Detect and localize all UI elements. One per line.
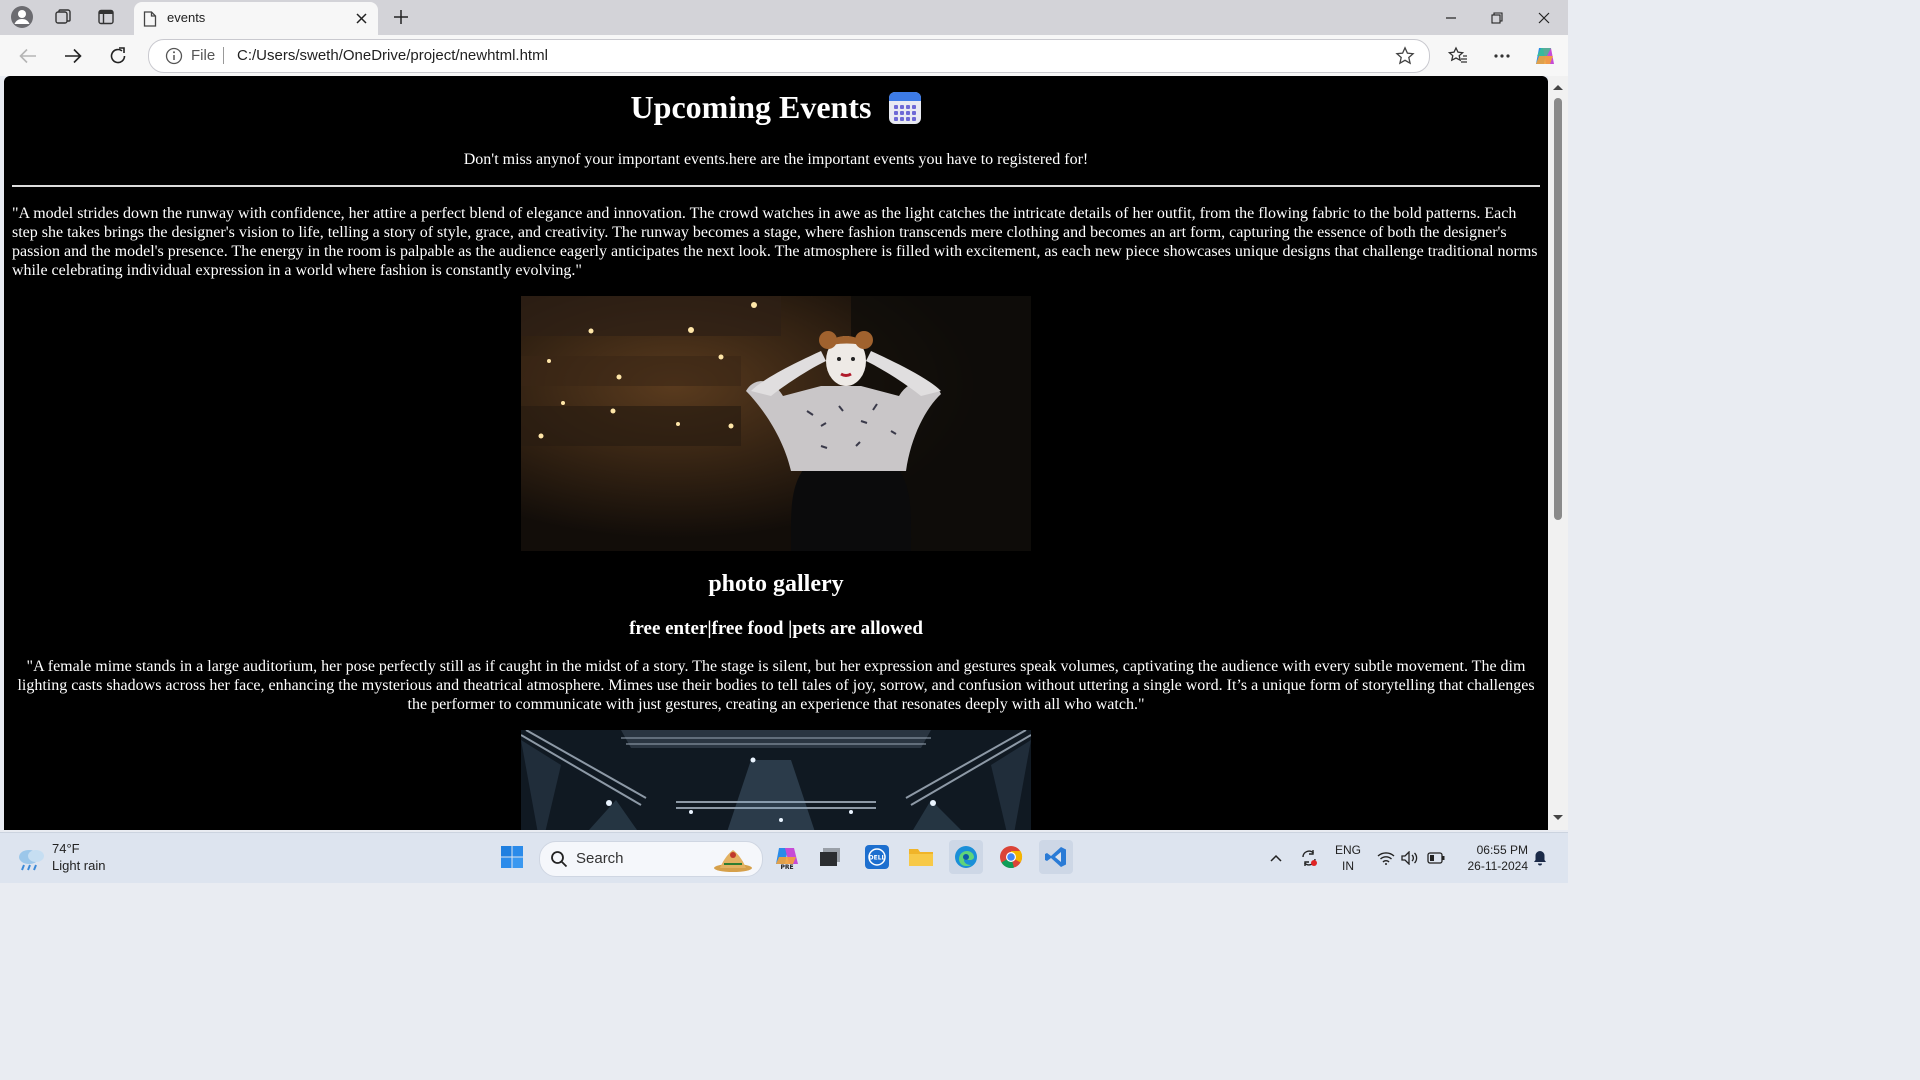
file-explorer-icon[interactable] <box>904 840 938 874</box>
taskbar: 74°F Light rain Search PRE DELL ENG IN 0… <box>0 832 1568 883</box>
browser-toolbar: File C:/Users/sweth/OneDrive/project/new… <box>0 35 1568 76</box>
copilot-icon[interactable] <box>1530 41 1560 71</box>
page-content: Upcoming Events Don't miss anynof your i… <box>12 76 1540 830</box>
wifi-icon[interactable] <box>1376 833 1396 883</box>
scrollbar-thumb[interactable] <box>1554 98 1562 520</box>
tab-title: events <box>167 10 206 25</box>
volume-icon[interactable] <box>1400 833 1420 883</box>
search-highlight-icon <box>714 850 752 872</box>
notification-bell-icon[interactable] <box>1530 833 1550 883</box>
close-window-icon[interactable] <box>1521 0 1567 35</box>
chrome-icon[interactable] <box>994 840 1028 874</box>
browser-tab[interactable]: events <box>134 2 378 35</box>
search-icon <box>551 851 568 868</box>
info-icon[interactable] <box>165 47 183 65</box>
search-label: Search <box>576 850 624 867</box>
stage-photo <box>521 730 1031 830</box>
new-tab-icon[interactable] <box>388 5 414 29</box>
workspaces-icon[interactable] <box>49 5 77 29</box>
favorites-icon[interactable] <box>1443 41 1473 71</box>
favorite-star-icon[interactable] <box>1395 46 1415 66</box>
horizontal-rule <box>12 185 1540 187</box>
mime-paragraph: "A female mime stands in a large auditor… <box>17 658 1535 713</box>
task-view-icon[interactable] <box>813 840 847 874</box>
close-tab-icon[interactable] <box>352 9 370 27</box>
url-text[interactable]: C:/Users/sweth/OneDrive/project/newhtml.… <box>237 47 548 64</box>
refresh-icon[interactable] <box>103 41 133 71</box>
restore-icon[interactable] <box>1474 0 1520 35</box>
weather-temperature: 74°F <box>52 841 80 856</box>
show-hidden-icons-icon[interactable] <box>1266 833 1286 883</box>
tab-strip: events <box>0 0 1568 35</box>
mime-photo <box>521 296 1031 551</box>
edge-icon[interactable] <box>949 840 983 874</box>
gallery-title: photo gallery <box>708 571 844 597</box>
page-scrollbar[interactable] <box>1548 76 1568 830</box>
dell-icon[interactable]: DELL <box>860 840 894 874</box>
copilot-taskbar-icon[interactable]: PRE <box>770 840 804 874</box>
back-icon[interactable] <box>13 41 43 71</box>
clock[interactable]: 06:55 PM 26-11-2024 <box>1454 842 1529 874</box>
vscode-icon[interactable] <box>1039 840 1073 874</box>
minimize-icon[interactable] <box>1428 0 1474 35</box>
weather-condition: Light rain <box>52 858 106 873</box>
address-bar[interactable]: File C:/Users/sweth/OneDrive/project/new… <box>148 39 1430 73</box>
language-code: ENG <box>1334 843 1361 857</box>
region-code: IN <box>1342 859 1354 873</box>
svg-text:DELL: DELL <box>869 855 886 862</box>
runway-paragraph: "A model strides down the runway with co… <box>12 205 1538 279</box>
scroll-down-icon[interactable] <box>1552 814 1564 822</box>
vertical-tabs-icon[interactable] <box>92 5 120 29</box>
clock-date: 26-11-2024 <box>1467 859 1529 873</box>
omnibox-scheme-label: File <box>191 47 216 64</box>
page-icon <box>143 11 157 27</box>
gallery-subtitle: free enter|free food |pets are allowed <box>629 618 923 639</box>
sync-icon[interactable] <box>1296 833 1322 883</box>
svg-text:PRE: PRE <box>780 864 793 870</box>
scroll-up-icon[interactable] <box>1552 83 1564 91</box>
battery-icon[interactable] <box>1425 833 1447 883</box>
omnibox-divider <box>223 47 224 64</box>
profile-icon[interactable] <box>8 5 36 29</box>
rain-cloud-icon <box>19 850 44 871</box>
windows-start-icon[interactable] <box>495 840 529 874</box>
page-title: Upcoming Events <box>630 89 872 125</box>
more-options-icon[interactable] <box>1487 41 1517 71</box>
tagline: Don't miss anynof your important events.… <box>463 151 1089 168</box>
page-viewport: Upcoming Events Don't miss anynof your i… <box>4 76 1548 830</box>
forward-icon[interactable] <box>58 41 88 71</box>
language-indicator[interactable]: ENG IN <box>1330 842 1366 874</box>
calendar-icon <box>889 91 922 124</box>
taskbar-search[interactable]: Search <box>539 841 763 877</box>
page-header: Upcoming Events <box>12 89 1540 131</box>
clock-time: 06:55 PM <box>1476 843 1528 857</box>
